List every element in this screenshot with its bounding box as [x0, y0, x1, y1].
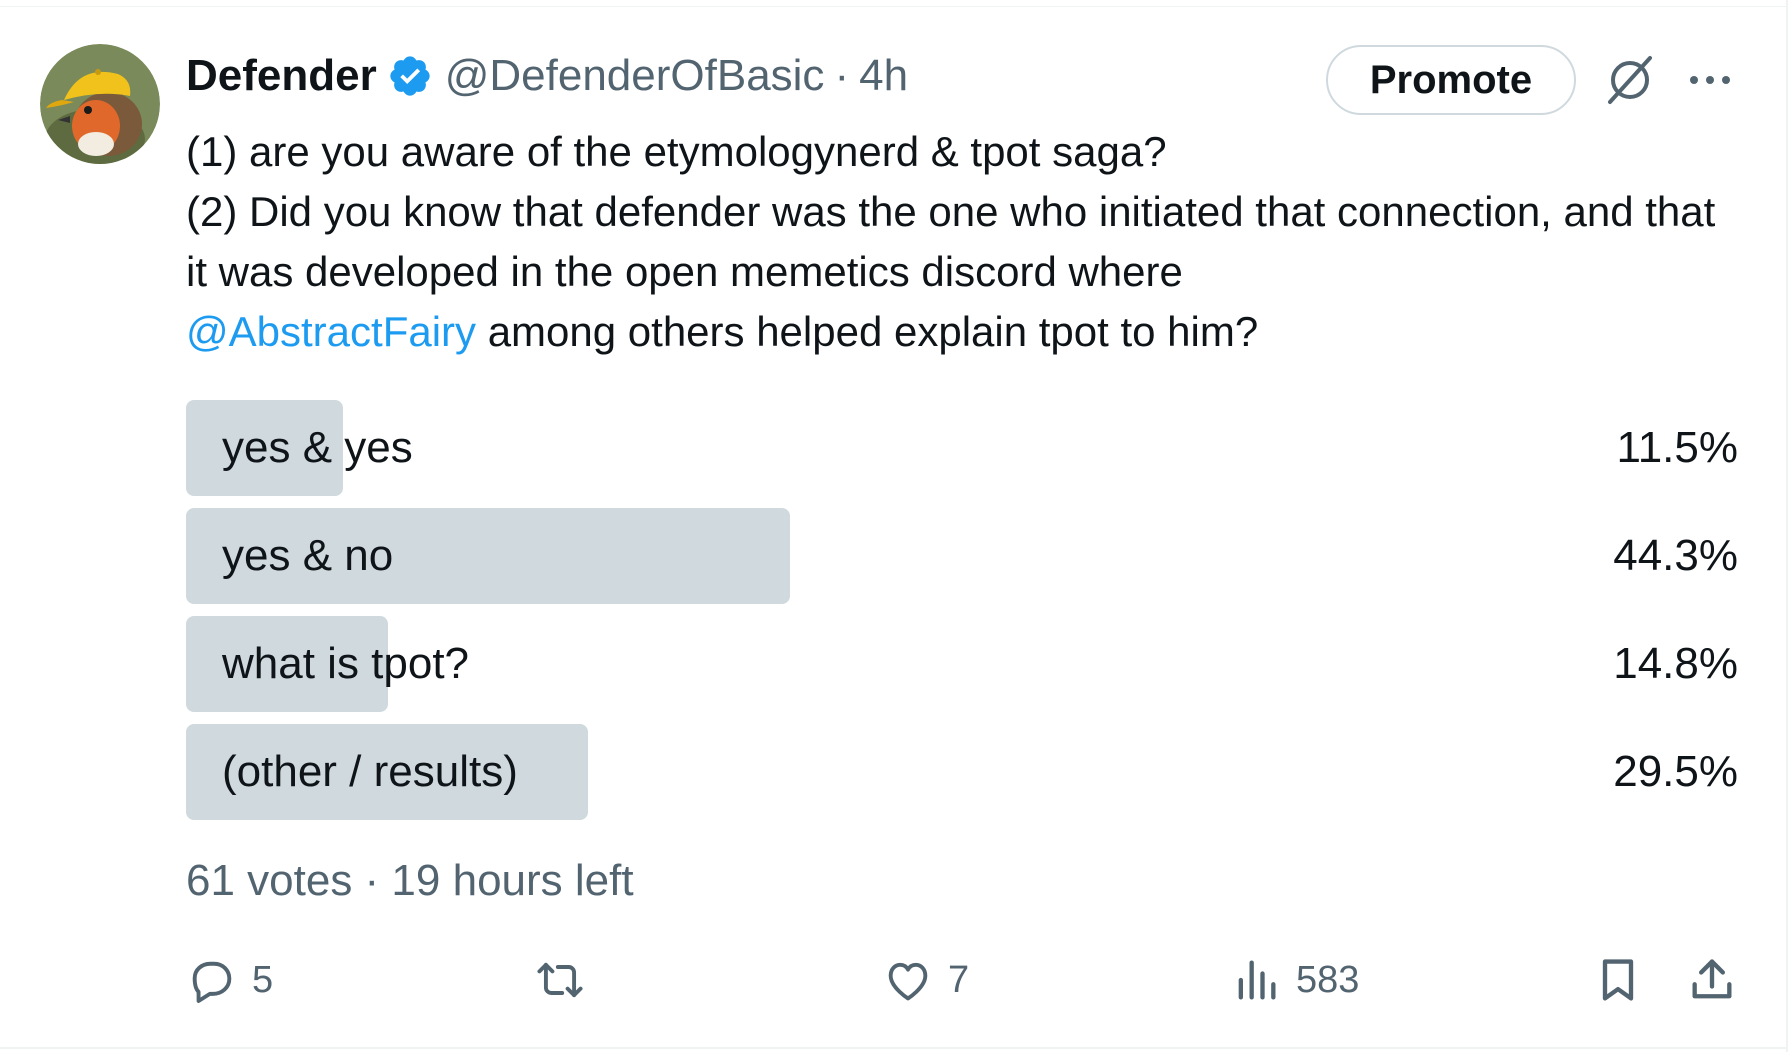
- action-bar: 5 7 583: [186, 950, 1746, 1010]
- poll-option: (other / results) 29.5%: [186, 724, 1738, 820]
- reply-button[interactable]: 5: [186, 950, 273, 1010]
- verified-badge-icon[interactable]: [387, 53, 433, 99]
- retweet-icon: [537, 962, 583, 998]
- views-count: 583: [1296, 958, 1360, 1001]
- header-separator: ·: [834, 51, 850, 100]
- avatar[interactable]: [40, 44, 160, 164]
- tweet-time[interactable]: 4h: [859, 51, 908, 101]
- share-icon: [1692, 959, 1732, 999]
- views-icon: [1238, 960, 1276, 1000]
- tweet-text: (1) are you aware of the etymologynerd &…: [186, 122, 1746, 362]
- author-handle[interactable]: @DefenderOfBasic: [445, 51, 825, 101]
- poll-meta: 61 votes · 19 hours left: [186, 856, 634, 905]
- promote-button[interactable]: Promote: [1326, 45, 1576, 115]
- like-count: 7: [948, 958, 970, 1001]
- like-button[interactable]: 7: [882, 950, 969, 1010]
- tweet-header: Defender @DefenderOfBasic · 4h: [186, 44, 908, 108]
- bookmark-button[interactable]: [1592, 950, 1644, 1010]
- views-button[interactable]: 583: [1230, 950, 1359, 1010]
- retweet-button[interactable]: [534, 950, 586, 1010]
- tweet-line-2-tail: among others helped explain tpot to him?: [476, 308, 1259, 355]
- poll-option: yes & no 44.3%: [186, 508, 1738, 604]
- bookmark-icon: [1602, 959, 1634, 1001]
- poll-option-label: what is tpot?: [222, 639, 470, 688]
- poll-option: what is tpot? 14.8%: [186, 616, 1738, 712]
- share-button[interactable]: [1686, 950, 1738, 1010]
- like-icon: [888, 962, 928, 1001]
- poll-option: yes & yes 11.5%: [186, 400, 1738, 496]
- more-icon[interactable]: [1685, 58, 1735, 102]
- poll-option-percent: 44.3%: [1613, 531, 1738, 580]
- tweet-line-2: (2) Did you know that defender was the o…: [186, 182, 1746, 362]
- poll-option-percent: 14.8%: [1613, 639, 1738, 688]
- top-divider: [0, 6, 1788, 7]
- reply-count: 5: [252, 958, 274, 1001]
- poll-option-percent: 29.5%: [1613, 747, 1738, 796]
- poll: yes & yes 11.5% yes & no 44.3% what is t…: [186, 400, 1738, 832]
- poll-option-label: (other / results): [222, 747, 518, 796]
- poll-option-label: yes & yes: [222, 423, 413, 472]
- tweet-line-2-text: (2) Did you know that defender was the o…: [186, 188, 1716, 295]
- avatar-image: [40, 44, 160, 164]
- tweet-line-1: (1) are you aware of the etymologynerd &…: [186, 128, 1167, 175]
- poll-option-percent: 11.5%: [1616, 423, 1739, 472]
- reply-icon: [192, 961, 232, 1003]
- grok-icon[interactable]: [1600, 50, 1660, 110]
- bottom-divider: [0, 1047, 1788, 1049]
- mention-link[interactable]: @AbstractFairy: [186, 308, 476, 355]
- poll-option-label: yes & no: [222, 531, 394, 580]
- author-name[interactable]: Defender: [186, 51, 377, 101]
